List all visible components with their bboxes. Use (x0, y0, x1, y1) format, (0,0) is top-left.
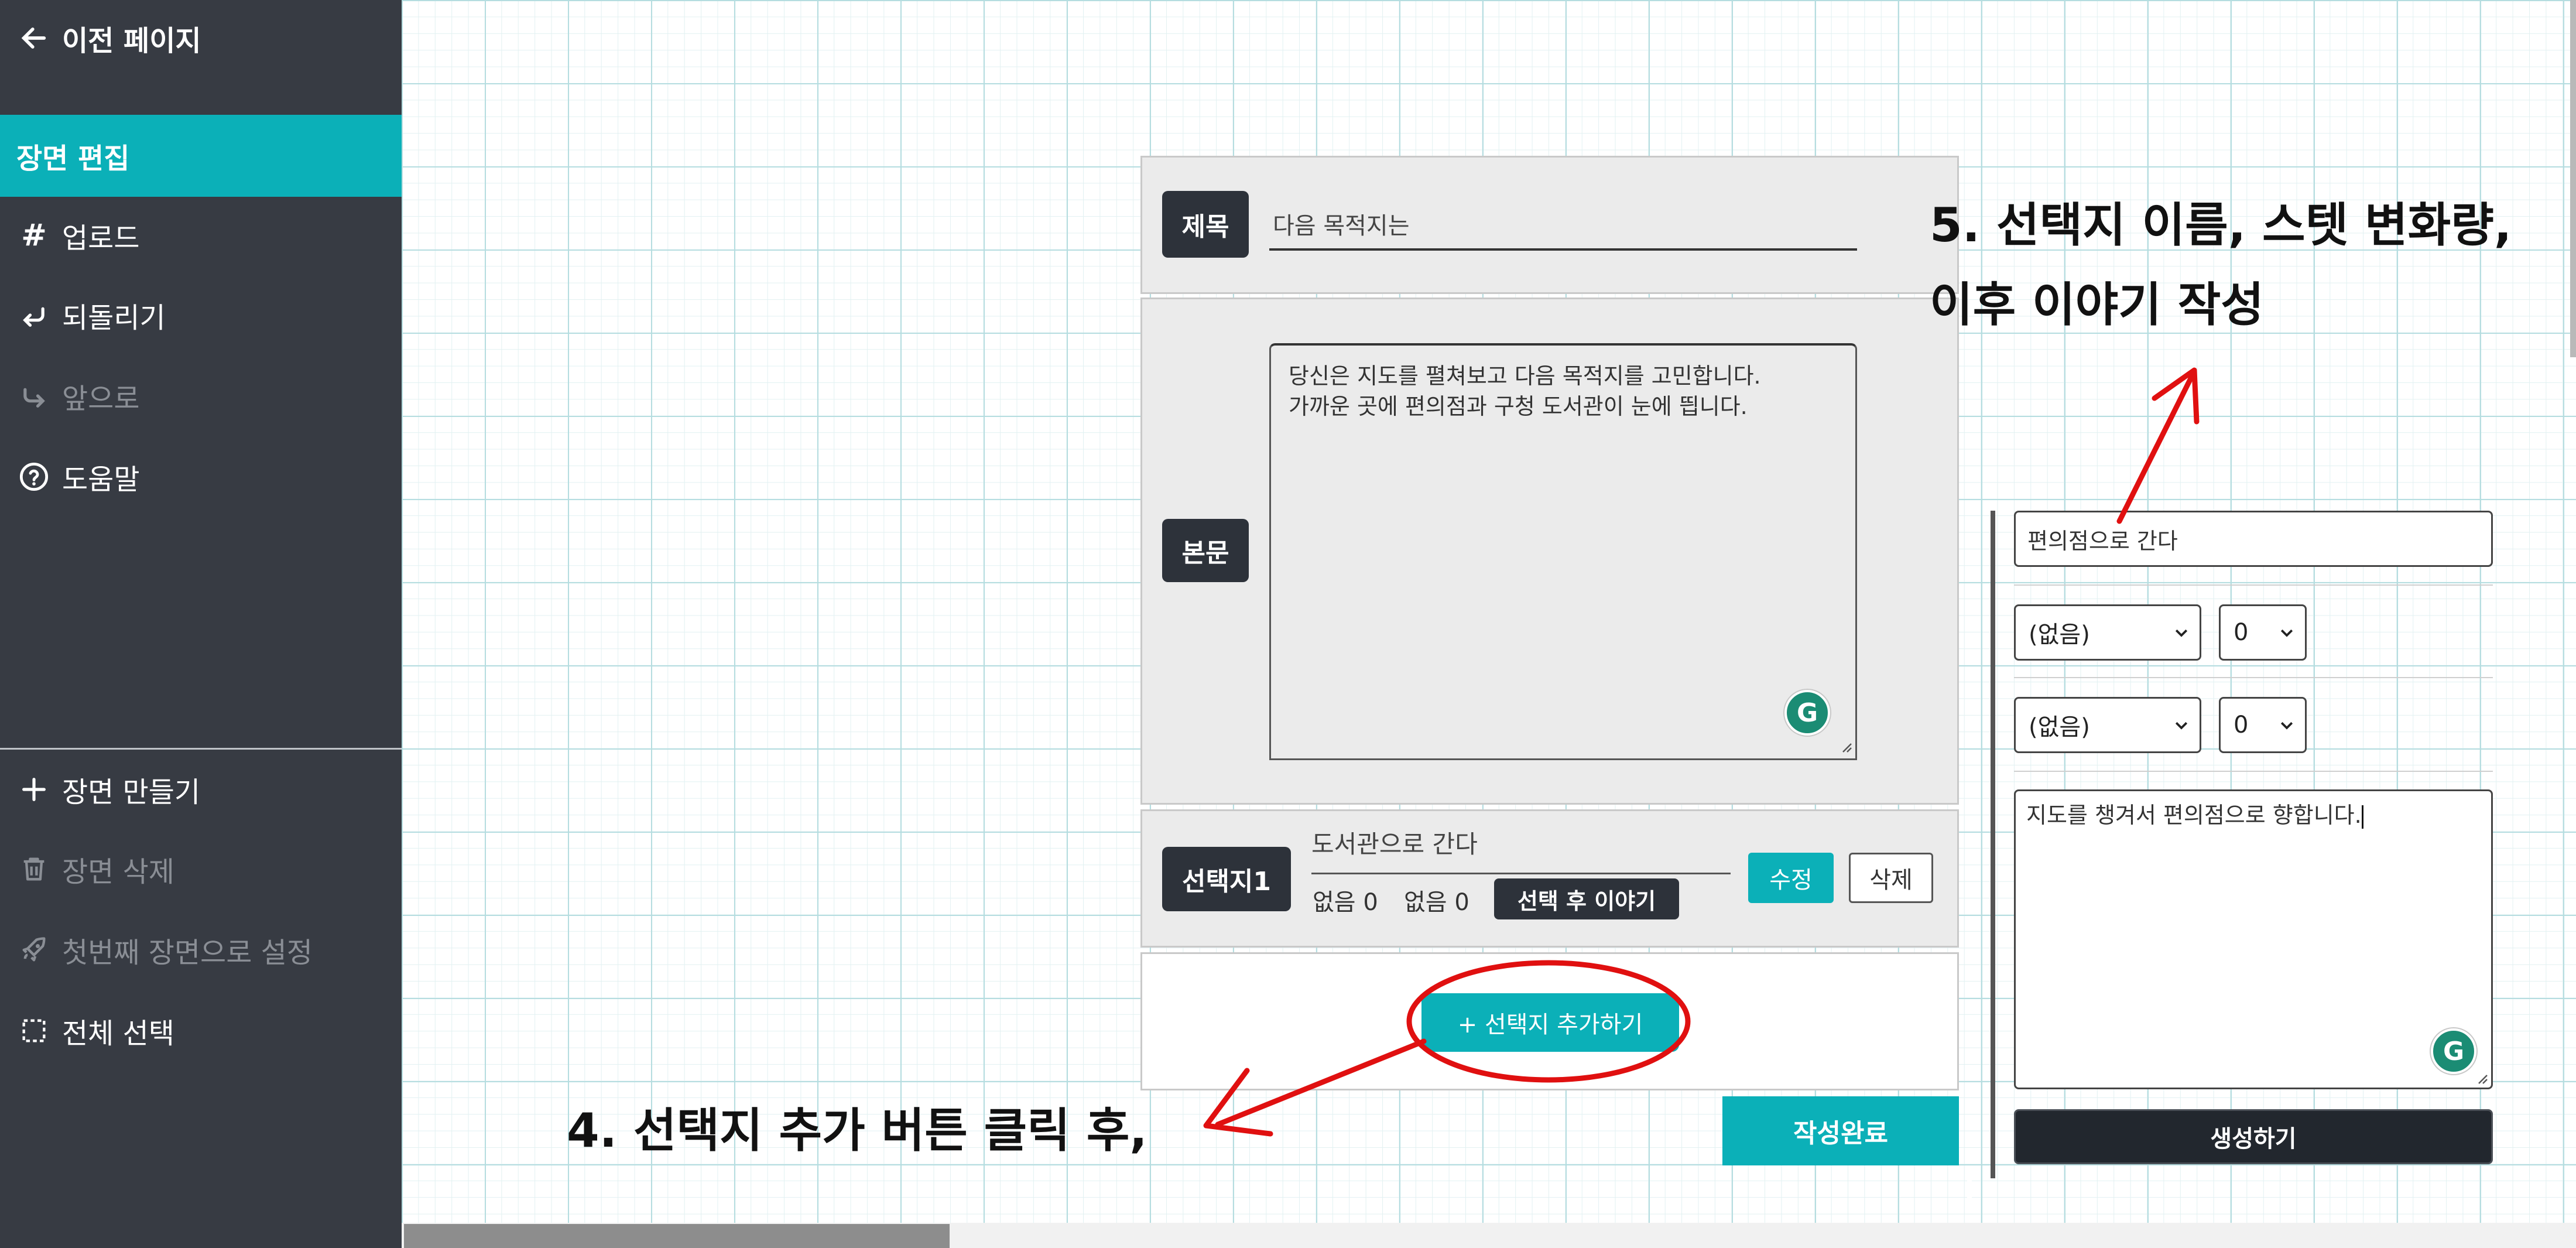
title-input[interactable] (1269, 199, 1857, 251)
editor-left-border (1991, 511, 1995, 1178)
choice-name: 도서관으로 간다 (1311, 827, 1731, 874)
sidebar-item-create-scene[interactable]: 장면 만들기 (0, 750, 402, 829)
stat-select-2[interactable]: (없음) (2014, 697, 2201, 753)
stat-select-value: (없음) (2029, 714, 2090, 741)
editor-divider (2014, 677, 2493, 678)
sidebar-item-label: 되돌리기 (62, 302, 166, 334)
add-choice-button[interactable]: + 선택지 추가하기 (1421, 993, 1679, 1052)
back-label: 이전 페이지 (62, 25, 201, 57)
sidebar-item-undo[interactable]: 되돌리기 (0, 275, 402, 355)
sidebar-item-delete-scene[interactable]: 장면 삭제 (0, 829, 402, 909)
horizontal-scrollbar-thumb[interactable] (404, 1224, 950, 1248)
after-story-text: 지도를 챙겨서 편의점으로 향합니다. (2026, 802, 2362, 828)
after-story-badge[interactable]: 선택 후 이야기 (1494, 878, 1679, 919)
sidebar-item-label: 업로드 (62, 222, 140, 255)
sidebar-item-label: 앞으로 (62, 382, 140, 415)
sidebar: 이전 페이지 장면 편집 # 업로드 되돌리기 앞으로 도움말 장면 만들기 장… (0, 0, 402, 1248)
after-story-textarea[interactable]: 지도를 챙겨서 편의점으로 향합니다. (2014, 789, 2493, 1089)
sidebar-item-help[interactable]: 도움말 (0, 437, 402, 517)
complete-button[interactable]: 작성완료 (1722, 1096, 1959, 1165)
body-tag: 본문 (1162, 519, 1249, 582)
annotation-step5-line1: 5. 선택지 이름, 스텟 변화량, (1930, 198, 2512, 252)
editor-divider (2014, 584, 2493, 586)
sidebar-item-redo[interactable]: 앞으로 (0, 356, 402, 436)
text-cursor (2361, 805, 2363, 829)
delete-choice-button[interactable]: 삭제 (1849, 853, 1933, 903)
stat-select-1[interactable]: (없음) (2014, 604, 2201, 661)
annotation-step4: 4. 선택지 추가 버튼 클릭 후, (567, 1103, 1147, 1158)
chevron-down-icon (2175, 722, 2188, 730)
amount-select-2[interactable]: 0 (2219, 697, 2307, 753)
choice-stat-1: 없음 0 (1313, 889, 1378, 916)
choice-stat-2: 없음 0 (1404, 889, 1469, 916)
back-button[interactable]: 이전 페이지 (0, 0, 402, 76)
sidebar-item-scene-edit[interactable]: 장면 편집 (0, 115, 402, 197)
sidebar-item-label: 장면 만들기 (62, 776, 201, 809)
resize-handle-icon[interactable] (2474, 1071, 2488, 1085)
annotation-step5-line2: 이후 이야기 작성 (1930, 278, 2264, 332)
plus-icon (16, 772, 52, 807)
rocket-icon (16, 932, 52, 967)
choice-tag: 선택지1 (1162, 847, 1291, 911)
sidebar-item-label: 도움말 (62, 463, 140, 496)
amount-select-value: 0 (2234, 712, 2249, 738)
vertical-scrollbar-thumb[interactable] (2570, 0, 2576, 357)
undo-icon (16, 298, 52, 333)
resize-handle-icon[interactable] (1838, 739, 1852, 753)
scroll-marker (1967, 1178, 1972, 1203)
generate-button[interactable]: 생성하기 (2014, 1109, 2493, 1164)
hash-icon: # (21, 218, 47, 253)
sidebar-item-upload[interactable]: # 업로드 (0, 196, 402, 275)
title-tag: 제목 (1162, 191, 1249, 258)
editor-divider (2014, 771, 2493, 772)
select-all-icon (16, 1013, 52, 1048)
stat-select-value: (없음) (2029, 621, 2090, 648)
grammarly-icon[interactable]: G (1784, 690, 1830, 736)
body-textarea[interactable]: 당신은 지도를 펼쳐보고 다음 목적지를 고민합니다. 가까운 곳에 편의점과 … (1269, 343, 1857, 760)
chevron-down-icon (2280, 722, 2293, 730)
sidebar-item-label: 장면 편집 (16, 142, 130, 175)
trash-icon (16, 852, 52, 887)
redo-icon (16, 378, 52, 413)
amount-select-1[interactable]: 0 (2219, 604, 2307, 661)
chevron-down-icon (2175, 629, 2188, 637)
arrow-left-icon (16, 20, 52, 56)
sidebar-item-set-first-scene[interactable]: 첫번째 장면으로 설정 (0, 910, 402, 990)
sidebar-item-label: 전체 선택 (62, 1017, 174, 1050)
grammarly-icon[interactable]: G (2431, 1028, 2476, 1074)
help-icon (16, 459, 52, 494)
sidebar-item-label: 장면 삭제 (62, 856, 174, 888)
choice-name-input[interactable] (2014, 511, 2493, 567)
edit-choice-button[interactable]: 수정 (1748, 853, 1834, 903)
chevron-down-icon (2280, 629, 2293, 637)
sidebar-item-select-all[interactable]: 전체 선택 (0, 991, 402, 1071)
amount-select-value: 0 (2234, 619, 2249, 646)
sidebar-item-label: 첫번째 장면으로 설정 (62, 936, 313, 969)
